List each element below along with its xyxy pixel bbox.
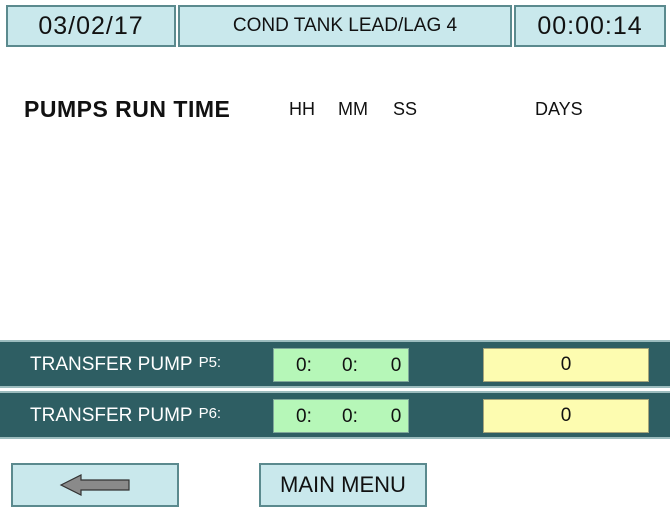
date-display: 03/02/17 [6, 5, 176, 47]
back-button[interactable] [11, 463, 179, 507]
minutes-value: 0: [342, 355, 358, 376]
pump-label: TRANSFER PUMP P5: [30, 354, 221, 376]
pump-row-p6: TRANSFER PUMP P6: 0: 0: 0 0 [0, 391, 670, 439]
time-display: 00:00:14 [514, 5, 666, 47]
seconds-value: 0 [390, 406, 402, 427]
screen-title: COND TANK LEAD/LAG 4 [178, 5, 512, 47]
pump-row-p5: TRANSFER PUMP P5: 0: 0: 0 0 [0, 340, 670, 388]
hours-value: 0: [296, 355, 312, 376]
column-header-ss: SS [393, 99, 418, 119]
run-time-title: PUMPS RUN TIME [24, 96, 231, 122]
days-display: 0 [483, 399, 649, 433]
run-time-display: 0: 0: 0 [273, 348, 409, 382]
days-display: 0 [483, 348, 649, 382]
run-time-display: 0: 0: 0 [273, 399, 409, 433]
column-header-mm: MM [338, 99, 368, 119]
pump-id: P5: [198, 354, 222, 371]
minutes-value: 0: [342, 406, 358, 427]
pump-label: TRANSFER PUMP P6: [30, 405, 221, 427]
arrow-left-icon [59, 474, 130, 496]
column-header-hh: HH [289, 99, 315, 119]
main-menu-button[interactable]: MAIN MENU [259, 463, 427, 507]
pump-id: P6: [198, 405, 222, 422]
header-bar: 03/02/17 COND TANK LEAD/LAG 4 00:00:14 [0, 0, 670, 52]
pump-name: TRANSFER PUMP [30, 354, 193, 375]
seconds-value: 0 [390, 355, 402, 376]
pump-name: TRANSFER PUMP [30, 405, 193, 426]
column-header-days: DAYS [535, 99, 583, 119]
hours-value: 0: [296, 406, 312, 427]
